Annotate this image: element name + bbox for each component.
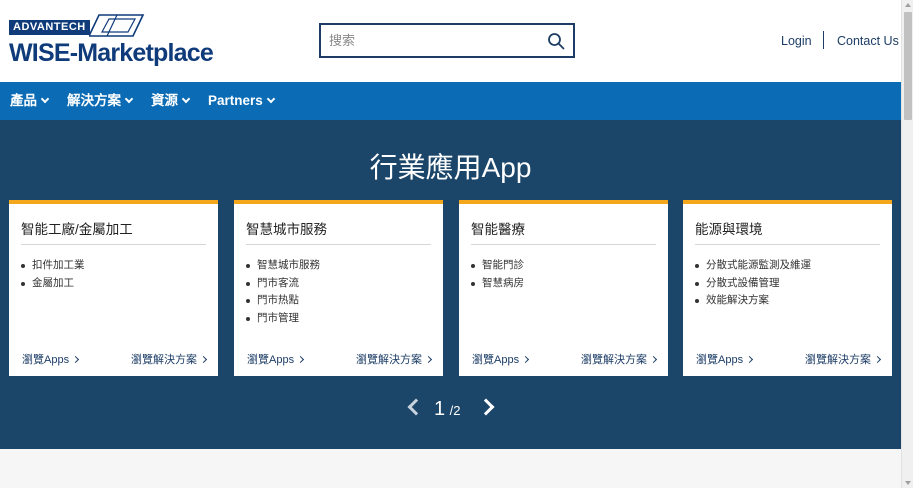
nav-item-label: 資源 (151, 93, 178, 108)
list-item: 門市客流 (246, 275, 320, 293)
card-divider (695, 244, 880, 245)
card-title: 智能工廠/金屬加工 (21, 222, 133, 237)
list-item: 智慧城市服務 (246, 257, 320, 275)
industry-card: 能源與環境 分散式能源監測及維運 分散式設備管理 效能解決方案 瀏覽Apps 瀏… (683, 200, 892, 376)
next-section (0, 449, 901, 488)
browse-solutions-link[interactable]: 瀏覽解決方案 (581, 351, 658, 367)
logo-brand: ADVANTECH (9, 20, 90, 35)
logo-mark-icon (89, 14, 145, 37)
card-list: 智能門診 智慧病房 (471, 257, 524, 292)
browse-apps-link[interactable]: 瀏覽Apps (247, 351, 305, 367)
page-scrollbar[interactable] (901, 0, 913, 488)
browse-solutions-link[interactable]: 瀏覽解決方案 (356, 351, 433, 367)
industry-card: 智能醫療 智能門診 智慧病房 瀏覽Apps 瀏覽解決方案 (459, 200, 668, 376)
card-divider (471, 244, 656, 245)
current-page: 1 (434, 398, 446, 420)
card-list: 扣件加工業 金屬加工 (21, 257, 85, 292)
link-label: 瀏覽Apps (22, 354, 70, 366)
site-header: ADVANTECH WISE-Marketplace Login Contact… (0, 0, 901, 82)
search-box (319, 23, 575, 58)
chevron-right-icon (649, 355, 658, 364)
nav-item-partners[interactable]: Partners (208, 82, 276, 120)
section-title: 行業應用App (369, 152, 532, 183)
carousel-pager: 1 /2 (0, 398, 901, 424)
nav-item-resources[interactable]: 資源 (151, 82, 191, 120)
card-list: 智慧城市服務 門市客流 門市热點 門市管理 (246, 257, 320, 327)
nav-item-products[interactable]: 產品 (10, 82, 50, 120)
link-label: 瀏覽解決方案 (805, 354, 871, 366)
link-label: 瀏覽解決方案 (356, 354, 422, 366)
header-divider (823, 31, 824, 49)
browse-apps-link[interactable]: 瀏覽Apps (472, 351, 530, 367)
list-item: 門市管理 (246, 310, 320, 328)
scroll-up-icon[interactable] (905, 3, 911, 7)
card-list: 分散式能源監測及維運 分散式設備管理 效能解決方案 (695, 257, 811, 310)
browse-apps-link[interactable]: 瀏覽Apps (696, 351, 754, 367)
browse-solutions-link[interactable]: 瀏覽解決方案 (805, 351, 882, 367)
chevron-right-icon (873, 355, 882, 364)
search-input[interactable] (321, 25, 541, 56)
list-item: 智慧病房 (471, 275, 524, 293)
card-divider (21, 244, 206, 245)
list-item: 效能解決方案 (695, 292, 811, 310)
chevron-down-icon (40, 94, 50, 104)
link-label: 瀏覽Apps (696, 354, 744, 366)
chevron-right-icon (746, 355, 754, 364)
chevron-right-icon (522, 355, 530, 364)
contact-us-link[interactable]: Contact Us (837, 34, 899, 48)
link-label: 瀏覽解決方案 (131, 354, 197, 366)
link-label: 瀏覽解決方案 (581, 354, 647, 366)
card-title: 智能醫療 (471, 222, 525, 237)
chevron-right-icon (199, 355, 208, 364)
industry-card: 智能工廠/金屬加工 扣件加工業 金屬加工 瀏覽Apps 瀏覽解決方案 (9, 200, 218, 376)
site-logo[interactable]: ADVANTECH WISE-Marketplace (9, 12, 219, 72)
nav-item-label: 產品 (10, 93, 37, 108)
main-nav: 產品 解決方案 資源 Partners (0, 82, 901, 120)
scrollbar-thumb[interactable] (904, 12, 912, 120)
chevron-right-icon (72, 355, 80, 364)
industry-apps-section: 行業應用App 智能工廠/金屬加工 扣件加工業 金屬加工 瀏覽Apps 瀏覽解決… (0, 120, 901, 449)
chevron-right-icon[interactable] (477, 398, 495, 416)
chevron-right-icon (424, 355, 433, 364)
link-label: 瀏覽Apps (472, 354, 520, 366)
card-divider (246, 244, 431, 245)
chevron-down-icon (266, 94, 276, 104)
list-item: 門市热點 (246, 292, 320, 310)
search-icon[interactable] (547, 32, 565, 50)
list-item: 金屬加工 (21, 275, 85, 293)
industry-card: 智慧城市服務 智慧城市服務 門市客流 門市热點 門市管理 瀏覽Apps 瀏覽解決… (234, 200, 443, 376)
card-title: 智慧城市服務 (246, 222, 327, 237)
nav-item-label: Partners (208, 93, 263, 108)
nav-item-label: 解決方案 (67, 93, 121, 108)
logo-product: WISE-Marketplace (9, 39, 214, 67)
browse-apps-link[interactable]: 瀏覽Apps (22, 351, 80, 367)
list-item: 扣件加工業 (21, 257, 85, 275)
link-label: 瀏覽Apps (247, 354, 295, 366)
scroll-down-icon[interactable] (905, 481, 911, 485)
page-indicator: 1 /2 (434, 398, 460, 421)
chevron-down-icon (181, 94, 191, 104)
card-title: 能源與環境 (695, 222, 763, 237)
chevron-left-icon[interactable] (407, 398, 425, 416)
list-item: 分散式設備管理 (695, 275, 811, 293)
chevron-right-icon (297, 355, 305, 364)
browse-solutions-link[interactable]: 瀏覽解決方案 (131, 351, 208, 367)
list-item: 智能門診 (471, 257, 524, 275)
nav-item-solutions[interactable]: 解決方案 (67, 82, 134, 120)
total-pages: /2 (449, 403, 461, 418)
list-item: 分散式能源監測及維運 (695, 257, 811, 275)
login-link[interactable]: Login (781, 34, 812, 48)
chevron-down-icon (124, 94, 134, 104)
